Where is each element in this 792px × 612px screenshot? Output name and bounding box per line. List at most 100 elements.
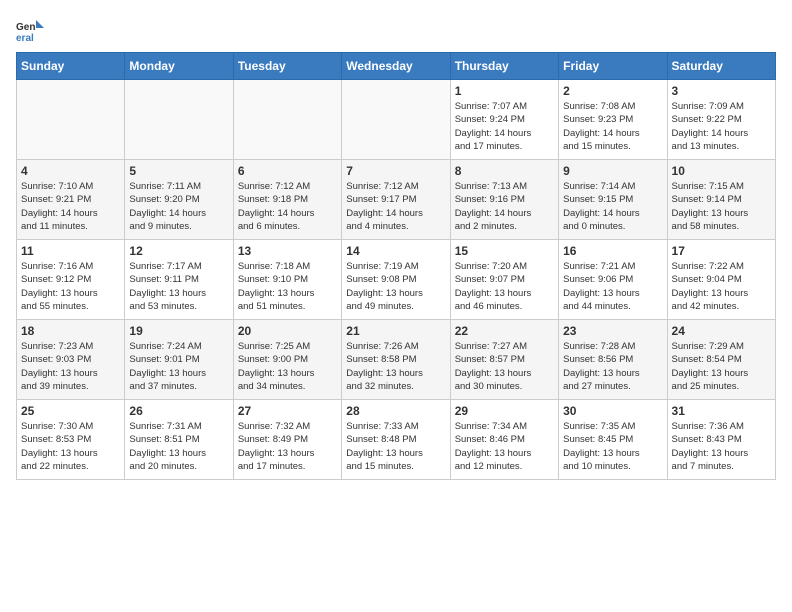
day-number: 29 bbox=[455, 404, 554, 418]
day-info: Sunrise: 7:26 AM Sunset: 8:58 PM Dayligh… bbox=[346, 340, 445, 393]
day-number: 26 bbox=[129, 404, 228, 418]
calendar-body: 1 Sunrise: 7:07 AM Sunset: 9:24 PM Daylig… bbox=[17, 80, 776, 480]
day-number: 2 bbox=[563, 84, 662, 98]
day-number: 3 bbox=[672, 84, 771, 98]
calendar-cell: 9 Sunrise: 7:14 AM Sunset: 9:15 PM Daylig… bbox=[559, 160, 667, 240]
day-info: Sunrise: 7:12 AM Sunset: 9:18 PM Dayligh… bbox=[238, 180, 337, 233]
calendar-cell: 28Sunrise: 7:33 AM Sunset: 8:48 PM Dayli… bbox=[342, 400, 450, 480]
calendar-cell: 11 Sunrise: 7:16 AM Sunset: 9:12 PM Dayli… bbox=[17, 240, 125, 320]
weekday-header-sunday: Sunday bbox=[17, 53, 125, 80]
day-number: 17 bbox=[672, 244, 771, 258]
day-info: Sunrise: 7:14 AM Sunset: 9:15 PM Dayligh… bbox=[563, 180, 662, 233]
day-number: 12 bbox=[129, 244, 228, 258]
day-number: 13 bbox=[238, 244, 337, 258]
day-info: Sunrise: 7:20 AM Sunset: 9:07 PM Dayligh… bbox=[455, 260, 554, 313]
calendar-cell: 18Sunrise: 7:23 AM Sunset: 9:03 PM Dayli… bbox=[17, 320, 125, 400]
day-info: Sunrise: 7:31 AM Sunset: 8:51 PM Dayligh… bbox=[129, 420, 228, 473]
day-number: 10 bbox=[672, 164, 771, 178]
day-number: 24 bbox=[672, 324, 771, 338]
weekday-header-saturday: Saturday bbox=[667, 53, 775, 80]
calendar-week-5: 25 Sunrise: 7:30 AM Sunset: 8:53 PM Dayli… bbox=[17, 400, 776, 480]
day-info: Sunrise: 7:29 AM Sunset: 8:54 PM Dayligh… bbox=[672, 340, 771, 393]
day-info: Sunrise: 7:27 AM Sunset: 8:57 PM Dayligh… bbox=[455, 340, 554, 393]
calendar-cell: 2 Sunrise: 7:08 AM Sunset: 9:23 PM Daylig… bbox=[559, 80, 667, 160]
day-info: Sunrise: 7:08 AM Sunset: 9:23 PM Dayligh… bbox=[563, 100, 662, 153]
day-info: Sunrise: 7:35 AM Sunset: 8:45 PM Dayligh… bbox=[563, 420, 662, 473]
day-number: 27 bbox=[238, 404, 337, 418]
day-number: 31 bbox=[672, 404, 771, 418]
calendar-cell: 15 Sunrise: 7:20 AM Sunset: 9:07 PM Dayli… bbox=[450, 240, 558, 320]
calendar-table: SundayMondayTuesdayWednesdayThursdayFrid… bbox=[16, 52, 776, 480]
calendar-cell: 7Sunrise: 7:12 AM Sunset: 9:17 PM Daylig… bbox=[342, 160, 450, 240]
day-number: 1 bbox=[455, 84, 554, 98]
day-number: 23 bbox=[563, 324, 662, 338]
day-info: Sunrise: 7:30 AM Sunset: 8:53 PM Dayligh… bbox=[21, 420, 120, 473]
calendar-cell: 3 Sunrise: 7:09 AM Sunset: 9:22 PM Daylig… bbox=[667, 80, 775, 160]
calendar-cell: 14 Sunrise: 7:19 AM Sunset: 9:08 PM Dayli… bbox=[342, 240, 450, 320]
day-info: Sunrise: 7:13 AM Sunset: 9:16 PM Dayligh… bbox=[455, 180, 554, 233]
calendar-cell: 21 Sunrise: 7:26 AM Sunset: 8:58 PM Dayli… bbox=[342, 320, 450, 400]
calendar-cell: 29 Sunrise: 7:34 AM Sunset: 8:46 PM Dayli… bbox=[450, 400, 558, 480]
calendar-cell: 19Sunrise: 7:24 AM Sunset: 9:01 PM Dayli… bbox=[125, 320, 233, 400]
calendar-cell: 30 Sunrise: 7:35 AM Sunset: 8:45 PM Dayli… bbox=[559, 400, 667, 480]
weekday-header-monday: Monday bbox=[125, 53, 233, 80]
calendar-cell: 24 Sunrise: 7:29 AM Sunset: 8:54 PM Dayli… bbox=[667, 320, 775, 400]
calendar-cell: 27 Sunrise: 7:32 AM Sunset: 8:49 PM Dayli… bbox=[233, 400, 341, 480]
day-info: Sunrise: 7:33 AM Sunset: 8:48 PM Dayligh… bbox=[346, 420, 445, 473]
day-info: Sunrise: 7:15 AM Sunset: 9:14 PM Dayligh… bbox=[672, 180, 771, 233]
day-number: 9 bbox=[563, 164, 662, 178]
calendar-week-2: 4Sunrise: 7:10 AM Sunset: 9:21 PM Daylig… bbox=[17, 160, 776, 240]
day-number: 16 bbox=[563, 244, 662, 258]
calendar-cell: 26 Sunrise: 7:31 AM Sunset: 8:51 PM Dayli… bbox=[125, 400, 233, 480]
day-info: Sunrise: 7:34 AM Sunset: 8:46 PM Dayligh… bbox=[455, 420, 554, 473]
header: Gen eral bbox=[16, 16, 776, 44]
day-number: 6 bbox=[238, 164, 337, 178]
day-number: 11 bbox=[21, 244, 120, 258]
calendar-cell: 6 Sunrise: 7:12 AM Sunset: 9:18 PM Daylig… bbox=[233, 160, 341, 240]
day-info: Sunrise: 7:16 AM Sunset: 9:12 PM Dayligh… bbox=[21, 260, 120, 313]
day-info: Sunrise: 7:28 AM Sunset: 8:56 PM Dayligh… bbox=[563, 340, 662, 393]
calendar-cell bbox=[17, 80, 125, 160]
day-number: 4 bbox=[21, 164, 120, 178]
day-number: 25 bbox=[21, 404, 120, 418]
day-number: 19 bbox=[129, 324, 228, 338]
calendar-cell: 10 Sunrise: 7:15 AM Sunset: 9:14 PM Dayli… bbox=[667, 160, 775, 240]
day-info: Sunrise: 7:21 AM Sunset: 9:06 PM Dayligh… bbox=[563, 260, 662, 313]
weekday-header-friday: Friday bbox=[559, 53, 667, 80]
calendar-cell: 8Sunrise: 7:13 AM Sunset: 9:16 PM Daylig… bbox=[450, 160, 558, 240]
day-info: Sunrise: 7:25 AM Sunset: 9:00 PM Dayligh… bbox=[238, 340, 337, 393]
calendar-cell: 12 Sunrise: 7:17 AM Sunset: 9:11 PM Dayli… bbox=[125, 240, 233, 320]
calendar-week-1: 1 Sunrise: 7:07 AM Sunset: 9:24 PM Daylig… bbox=[17, 80, 776, 160]
day-info: Sunrise: 7:07 AM Sunset: 9:24 PM Dayligh… bbox=[455, 100, 554, 153]
day-number: 5 bbox=[129, 164, 228, 178]
day-number: 30 bbox=[563, 404, 662, 418]
calendar-cell bbox=[342, 80, 450, 160]
calendar-cell: 17 Sunrise: 7:22 AM Sunset: 9:04 PM Dayli… bbox=[667, 240, 775, 320]
calendar-cell: 5Sunrise: 7:11 AM Sunset: 9:20 PM Daylig… bbox=[125, 160, 233, 240]
calendar-week-4: 18Sunrise: 7:23 AM Sunset: 9:03 PM Dayli… bbox=[17, 320, 776, 400]
calendar-cell: 1 Sunrise: 7:07 AM Sunset: 9:24 PM Daylig… bbox=[450, 80, 558, 160]
day-info: Sunrise: 7:18 AM Sunset: 9:10 PM Dayligh… bbox=[238, 260, 337, 313]
day-number: 20 bbox=[238, 324, 337, 338]
logo: Gen eral bbox=[16, 16, 48, 44]
weekday-header-wednesday: Wednesday bbox=[342, 53, 450, 80]
day-number: 21 bbox=[346, 324, 445, 338]
svg-text:eral: eral bbox=[16, 33, 34, 44]
day-info: Sunrise: 7:17 AM Sunset: 9:11 PM Dayligh… bbox=[129, 260, 228, 313]
calendar-cell: 16 Sunrise: 7:21 AM Sunset: 9:06 PM Dayli… bbox=[559, 240, 667, 320]
calendar-cell bbox=[125, 80, 233, 160]
day-info: Sunrise: 7:19 AM Sunset: 9:08 PM Dayligh… bbox=[346, 260, 445, 313]
calendar-cell: 22 Sunrise: 7:27 AM Sunset: 8:57 PM Dayli… bbox=[450, 320, 558, 400]
day-number: 15 bbox=[455, 244, 554, 258]
calendar-cell: 13 Sunrise: 7:18 AM Sunset: 9:10 PM Dayli… bbox=[233, 240, 341, 320]
day-number: 22 bbox=[455, 324, 554, 338]
day-info: Sunrise: 7:32 AM Sunset: 8:49 PM Dayligh… bbox=[238, 420, 337, 473]
day-info: Sunrise: 7:22 AM Sunset: 9:04 PM Dayligh… bbox=[672, 260, 771, 313]
day-number: 14 bbox=[346, 244, 445, 258]
calendar-cell: 25 Sunrise: 7:30 AM Sunset: 8:53 PM Dayli… bbox=[17, 400, 125, 480]
calendar-cell bbox=[233, 80, 341, 160]
day-number: 18 bbox=[21, 324, 120, 338]
day-info: Sunrise: 7:09 AM Sunset: 9:22 PM Dayligh… bbox=[672, 100, 771, 153]
calendar-cell: 23 Sunrise: 7:28 AM Sunset: 8:56 PM Dayli… bbox=[559, 320, 667, 400]
calendar-cell: 31Sunrise: 7:36 AM Sunset: 8:43 PM Dayli… bbox=[667, 400, 775, 480]
